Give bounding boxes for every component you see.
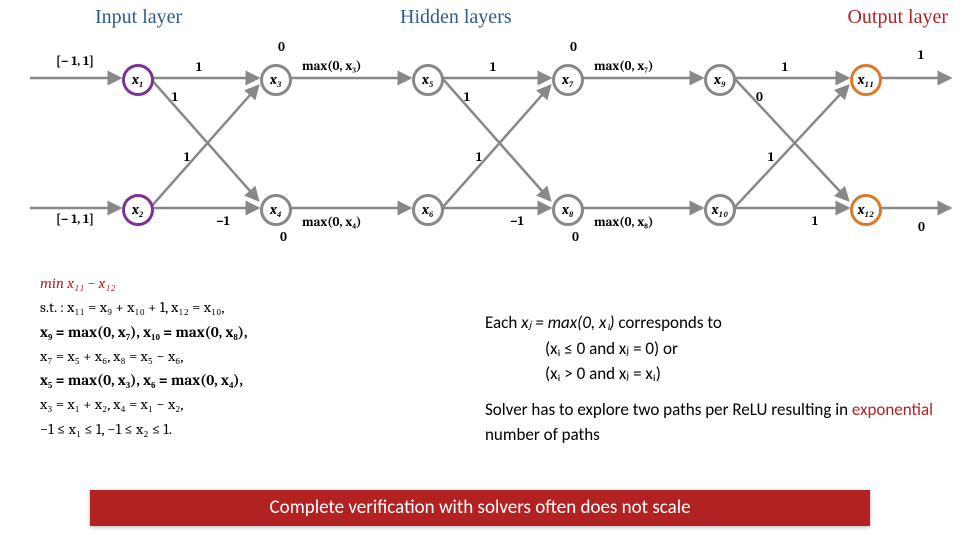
node-x6: x₆: [412, 194, 444, 226]
range-x2: [− 1, 1]: [56, 212, 94, 227]
w-x1-x4: 1: [172, 90, 178, 105]
w-x6-x7: 1: [476, 150, 482, 165]
explain-line-3: (xᵢ > 0 and xⱼ = xᵢ): [485, 361, 935, 387]
header-input: Input layer: [95, 6, 182, 29]
node-x7: x₇: [552, 64, 584, 96]
relu-x4: max(0, x₄): [302, 214, 361, 230]
w-x9-x11: 1: [782, 60, 788, 75]
bias-x11: 1: [918, 48, 924, 63]
footer-banner: Complete verification with solvers often…: [90, 490, 870, 526]
constraints-block: min x₁₁ − x₁₂ s.t. : x₁₁ = x₉ + x₁₀ + 1,…: [40, 272, 470, 442]
bias-x7: 0: [570, 40, 577, 55]
node-x3: x₃: [260, 64, 292, 96]
constraint-6: −1 ≤ x₁ ≤ 1, −1 ≤ x₂ ≤ 1.: [40, 418, 470, 441]
header-hidden: Hidden layers: [400, 6, 512, 29]
objective: min x₁₁ − x₁₂: [40, 274, 116, 292]
explanation-block: Each xⱼ = max(0, xᵢ) corresponds to (xᵢ …: [485, 310, 935, 448]
network-diagram: x₁ x₂ x₃ x₄ x₅ x₆ x₇ x₈ x₉ x₁₀ x₁₁ x₁₂ […: [0, 40, 960, 260]
w-x9-x12: 0: [756, 90, 763, 105]
node-x12: x₁₂: [850, 194, 882, 226]
node-x5: x₅: [412, 64, 444, 96]
constraint-4: x₅ = max(0, x₃), x₆ = max(0, x₄),: [40, 369, 470, 392]
node-x9: x₉: [704, 64, 736, 96]
node-x2: x₂: [122, 194, 154, 226]
w-x6-x8: −1: [510, 214, 524, 229]
relu-x8: max(0, x₈): [594, 214, 653, 230]
constraint-1: s.t. : x₁₁ = x₉ + x₁₀ + 1, x₁₂ = x₁₀,: [40, 296, 470, 319]
constraint-5: x₃ = x₁ + x₂, x₄ = x₁ − x₂,: [40, 393, 470, 416]
bias-x12: 0: [918, 220, 925, 235]
explain-line-1: Each xⱼ = max(0, xᵢ) corresponds to: [485, 310, 935, 336]
w-x5-x8: 1: [464, 90, 470, 105]
header-output: Output layer: [847, 6, 948, 29]
node-x4: x₄: [260, 194, 292, 226]
bias-x8: 0: [572, 230, 579, 245]
explain-line-4: Solver has to explore two paths per ReLU…: [485, 397, 935, 448]
bias-x4: 0: [280, 230, 287, 245]
w-x10-x11: 1: [768, 150, 774, 165]
relu-x3: max(0, x₃): [302, 58, 361, 74]
w-x1-x3: 1: [196, 60, 202, 75]
w-x2-x3: 1: [184, 150, 190, 165]
node-x10: x₁₀: [704, 194, 736, 226]
node-x8: x₈: [552, 194, 584, 226]
node-x11: x₁₁: [850, 64, 882, 96]
constraint-3: x₇ = x₅ + x₆, x₈ = x₅ − x₆,: [40, 345, 470, 368]
w-x10-x12: 1: [812, 214, 818, 229]
node-x1: x₁: [122, 64, 154, 96]
relu-x7: max(0, x₇): [594, 58, 653, 74]
bias-x3: 0: [278, 40, 285, 55]
w-x5-x7: 1: [490, 60, 496, 75]
w-x2-x4: −1: [216, 214, 230, 229]
range-x1: [− 1, 1]: [56, 54, 94, 69]
explain-line-2: (xᵢ ≤ 0 and xⱼ = 0) or: [485, 336, 935, 362]
constraint-2: x₉ = max(0, x₇), x₁₀ = max(0, x₈),: [40, 321, 470, 344]
